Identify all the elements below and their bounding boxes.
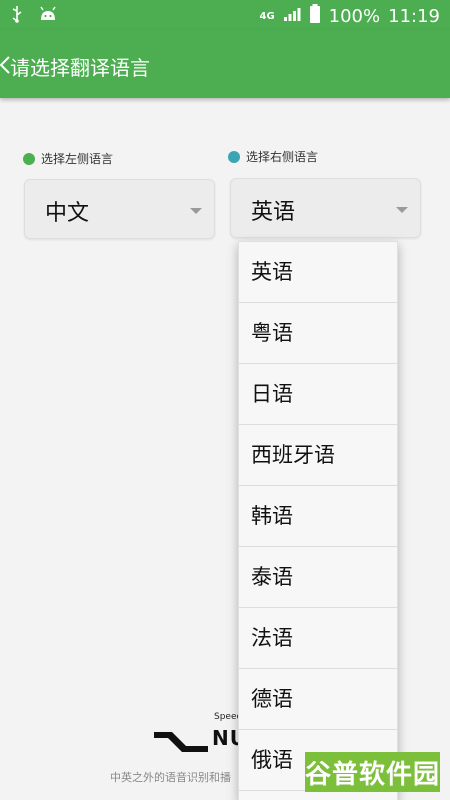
watermark: 谷普软件园 <box>305 752 440 792</box>
watermark-text: 谷普软件园 <box>305 759 441 790</box>
nuance-mark-icon <box>152 720 210 754</box>
right-label-text: 选择右侧语言 <box>246 150 319 164</box>
dropdown-option[interactable]: 法语 <box>239 608 397 669</box>
screen: 4G 100% 11:19 请选择翻译语言 选择左侧语言 选择右侧语言 中文 英… <box>0 0 450 800</box>
left-selected-language: 中文 <box>45 201 90 226</box>
signal-icon <box>283 6 301 27</box>
dropdown-option[interactable]: 泰语 <box>239 547 397 608</box>
right-selected-language: 英语 <box>251 200 296 225</box>
dropdown-option[interactable]: 日语 <box>239 364 397 425</box>
dropdown-option[interactable]: 粤语 <box>239 303 397 364</box>
app-bar: 请选择翻译语言 <box>0 30 450 98</box>
right-language-spinner[interactable]: 英语 <box>230 178 421 238</box>
left-language-spinner[interactable]: 中文 <box>24 179 215 239</box>
left-dot-icon <box>23 152 35 165</box>
dropdown-option[interactable]: 西班牙语 <box>239 425 397 486</box>
page-title: 请选择翻译语言 <box>10 56 150 80</box>
footer-text: 中英之外的语音识别和播 <box>110 771 231 784</box>
dropdown-option[interactable]: 英语 <box>239 242 397 303</box>
dropdown-arrow-icon <box>190 208 202 214</box>
left-label-text: 选择左侧语言 <box>41 152 114 166</box>
usb-icon <box>10 5 24 27</box>
nuance-logo: Speech NU <box>150 712 247 762</box>
right-dot-icon <box>228 150 240 163</box>
status-left-icons <box>10 5 58 27</box>
battery-icon <box>309 4 321 29</box>
clock: 11:19 <box>388 6 440 27</box>
battery-level: 100% <box>328 6 381 27</box>
language-dropdown: 英语 粤语 日语 西班牙语 韩语 泰语 法语 德语 俄语 <box>238 241 398 800</box>
network-type: 4G <box>259 10 275 22</box>
right-language-label: 选择右侧语言 <box>228 148 318 165</box>
dropdown-arrow-icon <box>396 207 408 213</box>
status-right: 4G 100% 11:19 <box>259 4 440 29</box>
dropdown-option[interactable]: 德语 <box>239 669 397 730</box>
dropdown-option[interactable]: 韩语 <box>239 486 397 547</box>
status-bar: 4G 100% 11:19 <box>0 0 450 30</box>
left-language-label: 选择左侧语言 <box>23 150 113 167</box>
android-icon <box>38 6 58 26</box>
